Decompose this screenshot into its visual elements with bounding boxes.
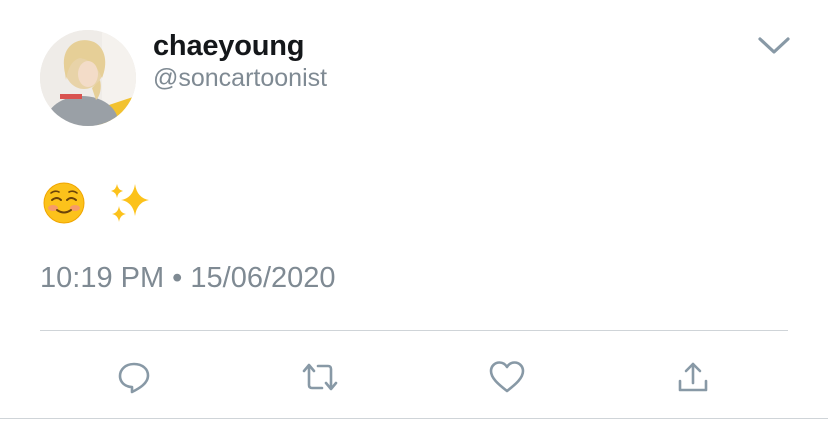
avatar[interactable] — [40, 30, 136, 126]
retweet-icon — [302, 363, 338, 391]
share-icon — [678, 362, 708, 392]
reply-icon — [118, 362, 150, 394]
reply-button[interactable] — [109, 352, 159, 402]
share-button[interactable] — [668, 352, 718, 402]
smiling-face-emoji — [42, 181, 86, 237]
tweet-timestamp[interactable]: 10:19 PM • 15/06/2020 — [40, 262, 336, 295]
like-button[interactable] — [482, 352, 532, 402]
sparkles-emoji — [107, 180, 153, 238]
tweet-text — [42, 180, 153, 238]
user-handle[interactable]: @soncartoonist — [153, 64, 327, 93]
display-name[interactable]: chaeyoung — [153, 30, 304, 63]
heart-icon — [489, 361, 525, 393]
tweet-actions — [0, 352, 828, 402]
retweet-button[interactable] — [295, 352, 345, 402]
tweet: chaeyoung @soncartoonist 10:19 PM • 15/0… — [0, 0, 828, 422]
bottom-divider — [0, 418, 828, 419]
divider — [40, 330, 788, 331]
chevron-down-icon[interactable] — [757, 34, 791, 58]
avatar-photo — [40, 30, 136, 126]
